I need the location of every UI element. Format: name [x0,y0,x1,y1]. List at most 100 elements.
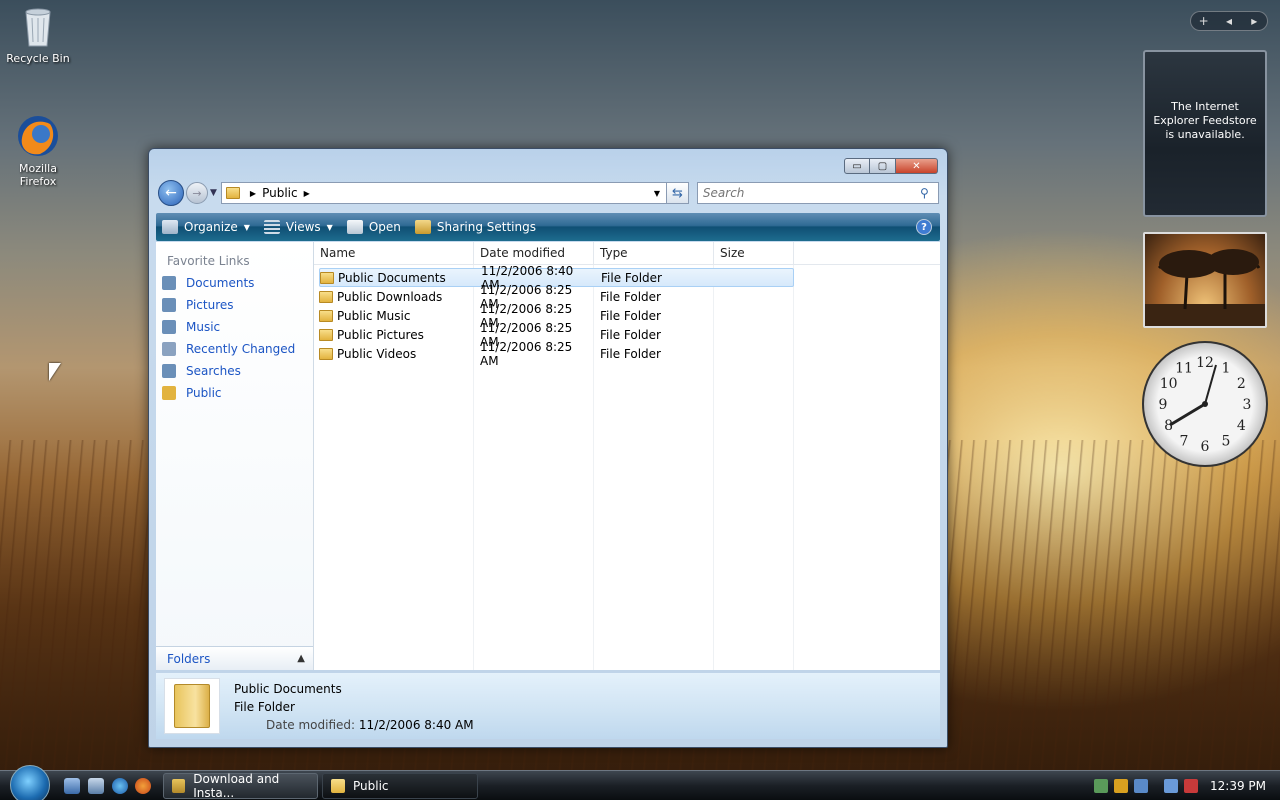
column-header-type[interactable]: Type [594,242,714,264]
taskbar-button-download[interactable]: Download and Insta... [163,772,318,800]
maximize-button[interactable]: ▢ [870,158,896,174]
prev-gadget-button[interactable]: ◂ [1216,14,1241,28]
firefox-icon [16,114,60,158]
favorite-link-pictures[interactable]: Pictures [156,294,313,316]
recycle-bin-desktop-icon[interactable]: Recycle Bin [0,4,76,65]
task-label: Public [353,779,389,793]
searches-icon [162,364,176,378]
search-input[interactable] [702,186,920,200]
favorite-link-recently-changed[interactable]: Recently Changed [156,338,313,360]
music-folder-icon [319,309,333,322]
file-type: File Folder [600,327,661,342]
system-tray: 12:39 PM [1094,771,1280,800]
mouse-cursor-icon [49,363,61,381]
next-gadget-button[interactable]: ▸ [1242,14,1267,28]
favorite-link-label: Documents [186,276,255,290]
add-gadget-button[interactable]: + [1191,14,1216,28]
favorite-link-label: Searches [186,364,241,378]
clock-face: 1110 9 87 6 54 3 21 12 [1159,355,1252,455]
tray-clock[interactable]: 12:39 PM [1210,779,1266,793]
close-button[interactable]: ✕ [896,158,938,174]
recent-pages-dropdown[interactable]: ▼ [210,188,217,198]
clock-numeral: 7 [1180,433,1189,449]
breadcrumb-public[interactable]: Public [262,186,298,200]
views-button[interactable]: Views ▼ [263,220,333,234]
favorite-links-header: Favorite Links [167,254,250,268]
organize-button[interactable]: Organize ▼ [162,220,250,234]
open-label: Open [368,220,401,234]
pictures-folder-icon [319,328,333,341]
forward-button[interactable]: → [186,182,208,204]
file-type: File Folder [601,270,662,285]
file-name: Public Music [337,308,411,323]
search-box[interactable]: ⚲ [696,182,939,204]
file-type: File Folder [600,289,661,304]
minimize-button[interactable]: ▭ [844,158,870,174]
sharing-icon [414,220,431,234]
file-name: Public Downloads [337,289,443,304]
volume-muted-icon[interactable] [1184,779,1198,793]
connection-tray-icon[interactable] [1164,779,1178,793]
folders-toggle[interactable]: Folders ▲ [156,646,313,670]
open-icon [346,220,363,234]
update-tray-icon[interactable] [1134,779,1148,793]
favorite-link-searches[interactable]: Searches [156,360,313,382]
public-folder-icon [162,386,176,400]
address-bar[interactable]: ▶ Public ▶ ▼ [220,182,667,204]
slideshow-gadget[interactable] [1143,232,1267,328]
clock-numeral: 10 [1160,376,1178,392]
feed-message: The Internet Explorer Feedstore is unava… [1153,100,1257,141]
folders-label: Folders [167,651,211,666]
tree-photo [1145,249,1265,326]
column-header-date-modified[interactable]: Date modified [474,242,594,264]
file-type: File Folder [600,308,661,323]
switch-windows-icon[interactable] [88,778,104,794]
show-desktop-icon[interactable] [64,778,80,794]
refresh-button[interactable]: ⇆ [666,182,689,204]
favorite-link-documents[interactable]: Documents [156,272,313,294]
internet-explorer-icon[interactable] [112,778,128,794]
refresh-icon: ⇆ [671,185,683,201]
task-label: Download and Insta... [193,772,280,800]
favorite-link-music[interactable]: Music [156,316,313,338]
documents-icon [162,276,176,290]
help-button[interactable]: ? [916,219,932,235]
browser-window-icon [172,779,186,793]
clock-numeral: 12 [1196,355,1214,371]
clock-numeral: 9 [1159,397,1168,413]
chevron-down-icon: ▼ [243,222,250,232]
sharing-settings-button[interactable]: Sharing Settings [414,220,536,234]
back-arrow-icon: ← [165,185,177,201]
large-folder-icon [164,678,220,734]
breadcrumb-arrow-icon[interactable]: ▶ [304,189,310,198]
taskbar-button-public[interactable]: Public [322,773,478,799]
clock-numeral: 1 [1222,361,1231,377]
sharing-settings-label: Sharing Settings [436,220,536,234]
column-headers: Name Date modified Type Size [314,242,940,265]
clock-numeral: 6 [1201,439,1210,455]
security-shield-icon[interactable] [1114,779,1128,793]
clock-numeral: 3 [1243,397,1252,413]
search-icon[interactable]: ⚲ [920,186,938,200]
breadcrumb-arrow-icon[interactable]: ▶ [250,189,256,198]
favorite-link-label: Recently Changed [186,342,296,356]
open-button[interactable]: Open [346,220,401,234]
start-button[interactable] [10,765,50,800]
firefox-quicklaunch-icon[interactable] [135,778,151,794]
details-date-value: 11/2/2006 8:40 AM [358,718,474,732]
clock-numeral: 8 [1164,418,1173,434]
file-date: 11/2/2006 8:25 AM [480,339,573,368]
network-tray-icon[interactable] [1094,779,1108,793]
column-header-size[interactable]: Size [714,242,794,264]
firefox-desktop-icon[interactable]: Mozilla Firefox [0,114,76,188]
address-dropdown-icon[interactable]: ▼ [648,189,666,198]
chevron-up-icon: ▲ [297,653,305,664]
column-header-name[interactable]: Name [314,242,474,264]
favorite-link-public[interactable]: Public [156,382,313,404]
file-row-public-videos[interactable]: Public Videos 11/2/2006 8:25 AM File Fol… [319,340,794,368]
clock-gadget[interactable]: 11 10 9 8 7 6 5 4 3 2 1 12 [1142,341,1268,467]
folder-icon [319,290,333,303]
back-button[interactable]: ← [158,180,184,206]
feed-headlines-gadget[interactable]: The Internet Explorer Feedstore is unava… [1143,50,1267,217]
explorer-window: ▭ ▢ ✕ ← → ▼ ▶ Public ▶ ▼ ⇆ ⚲ Organize ▼ … [148,148,948,748]
